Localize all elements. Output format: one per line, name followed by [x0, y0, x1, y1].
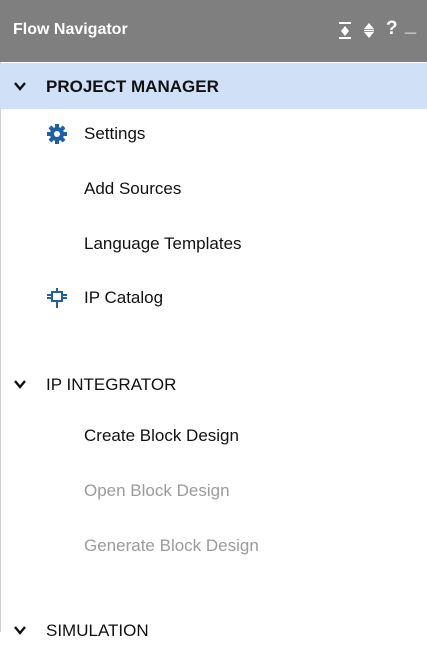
flow-navigator-panel: Flow Navigator ? _ PROJECT MANAGER Setti…	[0, 0, 427, 640]
chevron-down-icon[interactable]	[14, 379, 26, 389]
nav-item-label: IP Catalog	[84, 288, 164, 307]
ip-plug-icon	[47, 288, 67, 308]
nav-item-label: Open Block Design	[84, 481, 230, 500]
nav-item-label: Settings	[84, 124, 146, 143]
nav-item-label: Create Block Design	[84, 426, 239, 445]
nav-item-generate-block-design: Generate Block Design	[0, 531, 427, 561]
chevron-down-icon[interactable]	[14, 625, 26, 635]
section-simulation[interactable]: SIMULATION	[0, 607, 427, 653]
nav-item-create-block-design[interactable]: Create Block Design	[0, 421, 427, 451]
nav-item-label: Generate Block Design	[84, 536, 259, 555]
gear-icon	[47, 124, 67, 144]
help-icon[interactable]: ?	[386, 18, 398, 40]
nav-item-label: Add Sources	[84, 179, 182, 198]
section-label: SIMULATION	[46, 621, 149, 640]
minimize-icon[interactable]: _	[405, 14, 416, 37]
section-label: PROJECT MANAGER	[46, 77, 219, 96]
nav-item-label: Language Templates	[84, 234, 242, 253]
expand-collapse-icon[interactable]	[362, 20, 376, 45]
panel-title: Flow Navigator	[13, 21, 128, 38]
nav-item-settings[interactable]: Settings	[0, 119, 427, 149]
section-label: IP INTEGRATOR	[46, 375, 177, 394]
nav-item-add-sources[interactable]: Add Sources	[0, 174, 427, 204]
nav-item-open-block-design: Open Block Design	[0, 476, 427, 506]
section-ip-integrator[interactable]: IP INTEGRATOR	[0, 361, 427, 407]
collapse-all-icon[interactable]	[338, 20, 352, 45]
nav-item-ip-catalog[interactable]: IP Catalog	[0, 283, 427, 313]
section-project-manager[interactable]: PROJECT MANAGER	[0, 63, 427, 109]
nav-item-language-templates[interactable]: Language Templates	[0, 229, 427, 259]
panel-titlebar: Flow Navigator ? _	[0, 0, 427, 62]
chevron-down-icon[interactable]	[14, 81, 26, 91]
